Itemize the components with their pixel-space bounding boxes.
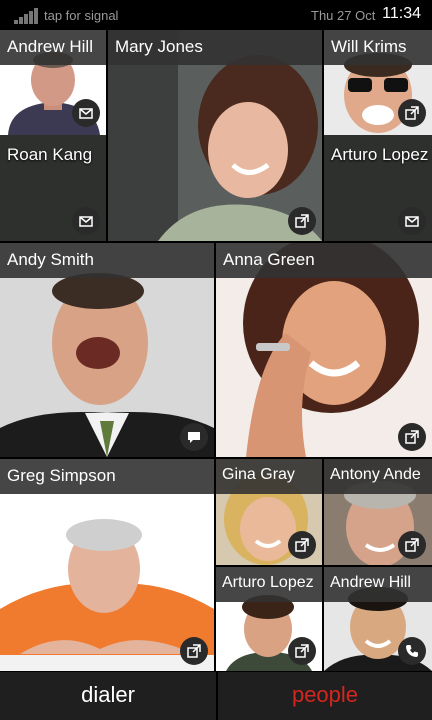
external-link-icon[interactable] (180, 637, 208, 665)
contact-tile-mary-jones[interactable]: Mary Jones (108, 30, 322, 241)
contact-name: Mary Jones (108, 30, 322, 65)
contact-tile-gina-gray[interactable]: Gina Gray (216, 459, 322, 565)
mail-icon[interactable] (398, 207, 426, 235)
external-link-icon[interactable] (398, 99, 426, 127)
signal-strength-icon (14, 8, 40, 24)
external-link-icon[interactable] (288, 207, 316, 235)
contact-tile-roan-kang[interactable]: Roan Kang (0, 135, 106, 241)
contact-tile-andy-smith[interactable]: Andy Smith (0, 243, 214, 457)
status-date: Thu 27 Oct (311, 8, 376, 23)
external-link-icon[interactable] (398, 531, 426, 559)
mail-icon[interactable] (72, 99, 100, 127)
contact-name: Andy Smith (0, 243, 214, 278)
contact-name: Greg Simpson (0, 459, 214, 494)
status-time: 11:34 (382, 5, 421, 22)
external-link-icon[interactable] (288, 637, 316, 665)
phone-icon[interactable] (398, 637, 426, 665)
contact-name: Anna Green (216, 243, 432, 278)
contact-name: Arturo Lopez (331, 145, 429, 164)
external-link-icon[interactable] (398, 423, 426, 451)
contact-tile-will-krims[interactable]: Will Krims (324, 30, 432, 135)
contact-tile-arturo-lopez[interactable]: Arturo Lopez (324, 135, 432, 241)
contact-name: Roan Kang (7, 145, 93, 164)
tab-dialer[interactable]: dialer (0, 672, 216, 720)
bottom-tab-bar: dialer people (0, 672, 432, 720)
chat-icon[interactable] (180, 423, 208, 451)
contact-name: Gina Gray (216, 459, 322, 494)
contact-name: Will Krims (324, 30, 432, 65)
contact-name: Arturo Lopez (216, 567, 322, 602)
external-link-icon[interactable] (288, 531, 316, 559)
contact-tile-antony-ande[interactable]: Antony Ande (324, 459, 432, 565)
mail-icon[interactable] (72, 207, 100, 235)
contact-tile-arturo-lopez-2[interactable]: Arturo Lopez (216, 567, 322, 671)
contact-name: Antony Ande (324, 459, 432, 494)
tab-people[interactable]: people (216, 672, 432, 720)
contact-tile-greg-simpson[interactable]: Greg Simpson (0, 459, 214, 671)
contact-name: Andrew Hill (324, 567, 432, 602)
contact-tile-andrew-hill[interactable]: Andrew Hill (0, 30, 106, 135)
signal-status-text[interactable]: tap for signal (44, 8, 118, 23)
contact-name: Andrew Hill (0, 30, 106, 65)
contact-tile-anna-green[interactable]: Anna Green (216, 243, 432, 457)
contact-tile-andrew-hill-2[interactable]: Andrew Hill (324, 567, 432, 671)
status-bar: tap for signal Thu 27 Oct 11:34 (0, 0, 432, 30)
